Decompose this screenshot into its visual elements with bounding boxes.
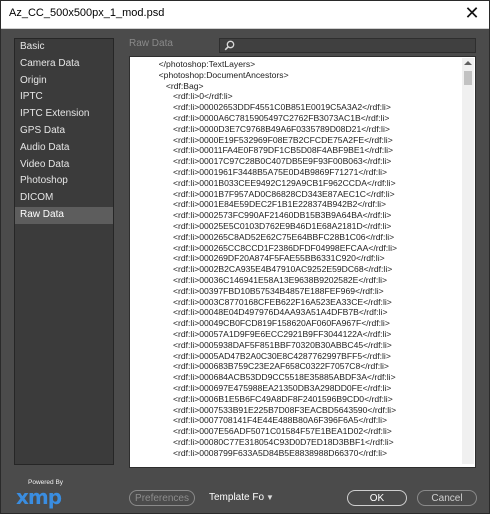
sidebar-item-raw-data[interactable]: Raw Data xyxy=(15,206,113,224)
cancel-button[interactable]: Cancel xyxy=(417,490,477,506)
sidebar-item-iptc[interactable]: IPTC xyxy=(15,89,113,106)
category-list: Basic Camera Data Origin IPTC IPTC Exten… xyxy=(14,38,114,465)
xml-text: </photoshop:TextLayers> <photoshop:Docum… xyxy=(130,59,460,458)
search-input[interactable] xyxy=(238,39,468,52)
ok-button[interactable]: OK xyxy=(347,490,407,506)
xml-line: <rdf:li>0000E19F532969F08E7B2CFCDE75A2FE… xyxy=(130,134,393,145)
xml-line: <rdf:li>0008799F633A5D84B5E8838988D66370… xyxy=(130,447,388,458)
xml-line: <rdf:li>00049CB0FCD819F158620AF060FA967F… xyxy=(130,318,390,329)
xml-line: <rdf:li>000684ACB53DD9CC5518E35885ABDF3A… xyxy=(130,372,396,383)
close-icon[interactable]: ✕ xyxy=(461,3,483,25)
sidebar-item-iptc-extension[interactable]: IPTC Extension xyxy=(15,106,113,123)
template-folder-dropdown[interactable]: Template Fo ▼ xyxy=(209,490,274,506)
xml-line: <rdf:li>00397FBD10B57534B4857E188FEF969<… xyxy=(130,285,384,296)
sidebar-item-dicom[interactable]: DICOM xyxy=(15,190,113,207)
sidebar-item-basic[interactable]: Basic xyxy=(15,39,113,56)
xml-line: <rdf:li>0002573FC990AF21460DB15B3B9A64BA… xyxy=(130,210,392,221)
window-title: Az_CC_500x500px_1_mod.psd xyxy=(9,7,165,19)
xmp-logo: Powered By xmp xyxy=(16,479,76,509)
xml-line: <photoshop:DocumentAncestors> xyxy=(130,69,289,80)
xml-line: <rdf:li>0001B033CEE9492C129A9CB1F962CCDA… xyxy=(130,177,396,188)
sidebar-item-gps-data[interactable]: GPS Data xyxy=(15,123,113,140)
template-dropdown-label: Template Fo xyxy=(209,492,265,503)
xml-line: <rdf:li>0001961F3448B5A75E0D4B9869F71271… xyxy=(130,166,388,177)
xml-line: <rdf:li>0005938DAF5F851BBF70320B30ABBC45… xyxy=(130,339,392,350)
xml-line: <rdf:li>0</rdf:li> xyxy=(130,91,233,102)
xml-line: <rdf:li>000683B759C23E2AF658C0322F7057C8… xyxy=(130,361,389,372)
section-title: Raw Data xyxy=(129,38,173,49)
sidebar-item-photoshop[interactable]: Photoshop xyxy=(15,173,113,190)
sidebar-item-audio-data[interactable]: Audio Data xyxy=(15,140,113,157)
xml-line: <rdf:li>000265C8AD52E62C75E64BBFC28B1C06… xyxy=(130,231,395,242)
xml-line: <rdf:li>00025E5C0103D762E9B46D1E68A2181D… xyxy=(130,220,392,231)
xml-line: <rdf:li>0005AD47B2A0C30E8C4287762997BFF5… xyxy=(130,350,391,361)
sidebar-item-video-data[interactable]: Video Data xyxy=(15,157,113,174)
xml-line: <rdf:li>000697E475988EA21350DB3A298DD0FE… xyxy=(130,382,392,393)
xmp-wordmark: xmp xyxy=(16,485,62,509)
sidebar-item-origin[interactable]: Origin xyxy=(15,73,113,90)
xml-line: <rdf:li>0007708141F4E44E488B80A6F396F6A5… xyxy=(130,415,388,426)
scroll-thumb[interactable] xyxy=(464,71,472,85)
xml-line: <rdf:li>0006B1E5B6FC49A8DF8F2401596B9CD0… xyxy=(130,393,393,404)
xml-line: <rdf:li>00017C97C28B0C407DB5E9F93F00B063… xyxy=(130,156,392,167)
xml-line: <rdf:li>0000D3E7C9768B49A6F0335789D08D21… xyxy=(130,123,390,134)
xml-line: <rdf:Bag> xyxy=(130,80,204,91)
xml-line: <rdf:li>0007E56ADF5071C01584F57E1BEA1D02… xyxy=(130,426,392,437)
xml-line: <rdf:li>00080C77E318054C93D0D7ED18D3BBF1… xyxy=(130,436,394,447)
xml-line: <rdf:li>00011FA4E0F879DF1CB5D08F4ABF9BE1… xyxy=(130,145,394,156)
xml-line: <rdf:li>000265CC8CCD1F2386DFDF04998EFCAA… xyxy=(130,242,398,253)
xml-line: <rdf:li>00002653DDF4551C0B851E0019C5A3A2… xyxy=(130,102,391,113)
xml-line: <rdf:li>00057A1D9F9E6ECC2921B9FF3044122A… xyxy=(130,328,392,339)
search-icon xyxy=(224,40,235,51)
preferences-button[interactable]: Preferences xyxy=(129,490,195,506)
xml-line: <rdf:li>00048E04D497976D4AA93A51A4DFB7B<… xyxy=(130,307,388,318)
title-bar: Az_CC_500x500px_1_mod.psd ✕ xyxy=(1,1,489,29)
xml-line: </photoshop:TextLayers> xyxy=(130,59,256,69)
raw-data-viewer[interactable]: </photoshop:TextLayers> <photoshop:Docum… xyxy=(129,56,476,468)
xml-line: <rdf:li>0001E84E59DEC2F1B1E228374B942B2<… xyxy=(130,199,387,210)
xml-line: <rdf:li>000269DF20A874F5FAE55BB6331C920<… xyxy=(130,253,385,264)
xml-line: <rdf:li>0001B7F957AD0C86828CD343E87AEC1C… xyxy=(130,188,395,199)
xml-line: <rdf:li>0003C8770168CFEB622F16A523EA33CE… xyxy=(130,296,392,307)
metadata-dialog: Az_CC_500x500px_1_mod.psd ✕ Basic Camera… xyxy=(0,0,490,514)
chevron-down-icon: ▼ xyxy=(266,493,274,502)
sidebar-item-camera-data[interactable]: Camera Data xyxy=(15,56,113,73)
xml-line: <rdf:li>0002B2CA935E4B47910AC9252E59DC68… xyxy=(130,264,393,275)
search-box[interactable] xyxy=(219,38,476,53)
xml-line: <rdf:li>0000A6C7815905497C2762FB3073AC1B… xyxy=(130,112,390,123)
vertical-scrollbar[interactable] xyxy=(462,58,474,464)
xml-line: <rdf:li>0007533B91E225B7D08F3EACBD564359… xyxy=(130,404,397,415)
scroll-up-icon[interactable] xyxy=(464,61,472,65)
xml-line: <rdf:li>00036C146941E58A13E9638B9202582E… xyxy=(130,274,388,285)
